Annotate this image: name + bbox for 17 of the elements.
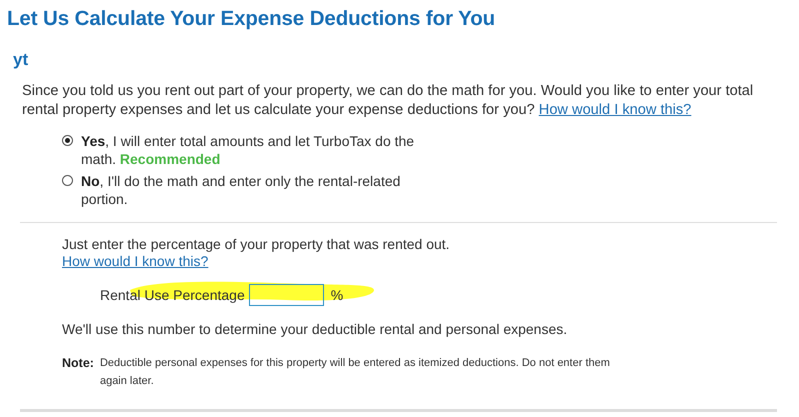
- help-link[interactable]: How would I know this?: [538, 102, 692, 118]
- instruction-text: Just enter the percentage of your property that was rented out. How would I know this?: [62, 235, 451, 270]
- radio-button[interactable]: [62, 135, 73, 146]
- intro-text: Since you told us you rent out part of your property, we can do the math for you. Would you like to enter your total rental property expenses and let us calculate your expense deductions for you? How would I know this?: [21, 82, 754, 120]
- percentage-input[interactable]: [248, 284, 324, 306]
- page-title: Let Us Calculate Your Expense Deductions for You: [6, 6, 496, 31]
- note-label: Note:: [62, 356, 94, 372]
- note-text: Deductible personal expenses for this property will be entered as itemized deductions. Do not enter them again later.: [100, 356, 611, 389]
- radio-button[interactable]: [62, 175, 73, 186]
- field-label: Rental Use Percentage: [100, 287, 245, 303]
- explanation-text: We'll use this number to determine your deductible rental and personal expenses.: [62, 320, 568, 337]
- property-name: yt: [12, 49, 30, 70]
- option-label[interactable]: No, I'll do the math and enter only the rental-related portion.: [81, 172, 422, 208]
- percent-unit: %: [330, 287, 344, 303]
- option-label[interactable]: Yes, I will enter total amounts and let TurboTax do the math. Recommended: [81, 132, 422, 168]
- help-link[interactable]: How would I know this?: [62, 253, 208, 269]
- recommended-label: Recommended: [120, 151, 220, 167]
